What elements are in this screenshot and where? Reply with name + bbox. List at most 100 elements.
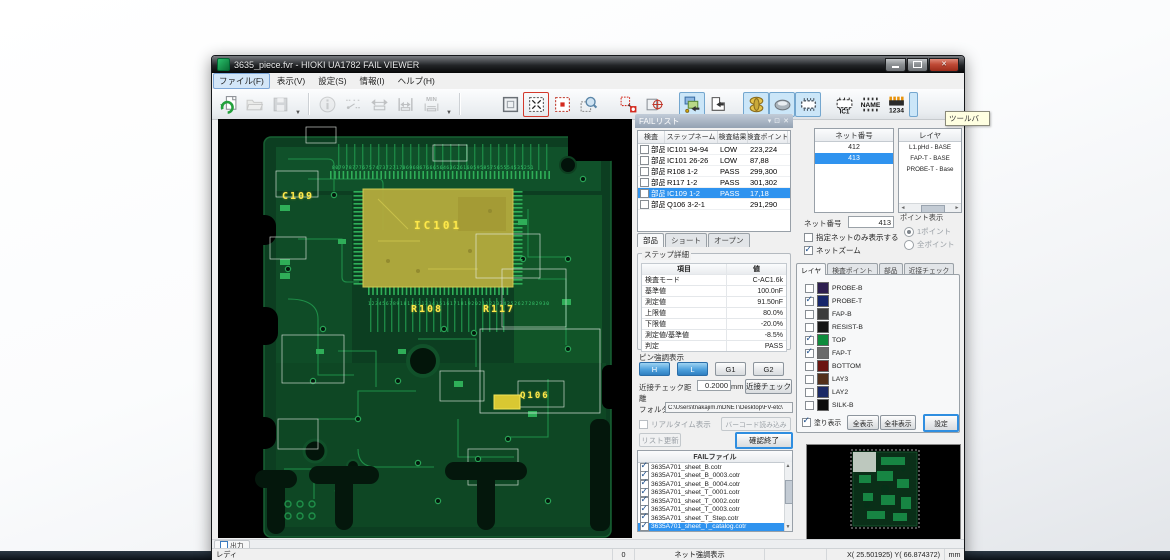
info-button[interactable] [314,92,340,117]
show-ic-outline-button[interactable] [795,92,821,117]
layer-checkbox[interactable] [805,284,814,293]
layer-row[interactable]: LAY2 [805,386,848,398]
panel-close-icon[interactable]: ✕ [783,117,789,125]
realtime-checkbox[interactable] [639,420,648,429]
settings-button[interactable]: 設定 [923,414,959,432]
hscrollbar-thumb[interactable] [921,205,945,213]
specified-net-checkbox-row[interactable]: 指定ネットのみ表示する [804,232,899,243]
scroll-left-icon[interactable]: ◄ [899,205,907,211]
show-all-button[interactable]: 全表示 [847,415,879,430]
fail-row[interactable]: 部品 IC101 26-26 LOW 87,88 [638,155,790,166]
layer-row[interactable]: PROBE-B [805,282,863,294]
row-checkbox[interactable] [640,178,649,187]
net-zoom-checkbox[interactable] [804,246,813,255]
scrollbar-thumb[interactable] [785,480,793,504]
fail-file-row[interactable]: 3635A701_sheet_T_catalog.cotr [638,523,792,532]
panel-menu-icon[interactable]: ▾ [768,117,772,125]
row-checkbox[interactable] [640,167,649,176]
show-ic-ref-button[interactable]: IC1 [831,92,857,117]
layer-checkbox[interactable] [805,388,814,397]
show-ic-name-button[interactable]: NAME [857,92,883,117]
clipped-toolbar-button[interactable] [909,92,918,117]
col-points[interactable]: 検査ポイント [748,131,788,143]
fail-file-row[interactable]: 3635A701_sheet_B_0004.cotr [638,480,792,489]
fail-row[interactable]: 部品 R117 1-2 PASS 301,302 [638,177,790,188]
menu-settings[interactable]: 設定(S) [312,73,352,89]
measure-bracket-button[interactable] [392,92,418,117]
copy-region-button[interactable] [615,92,641,117]
confirm-finish-button[interactable]: 確認終了 [735,432,793,449]
zoom-region-button[interactable] [575,92,601,117]
realtime-checkbox-row[interactable]: リアルタイム表示 [639,419,711,430]
pin-g1-button[interactable]: G1 [715,362,746,376]
measure-min-button[interactable]: MIN [418,92,444,117]
layer-row[interactable]: RESIST-B [805,321,863,333]
layer-checkbox[interactable] [805,336,814,345]
row-checkbox[interactable] [640,156,649,165]
layer-checkbox[interactable] [805,362,814,371]
layer-row[interactable]: SILK-B [805,399,854,411]
move-layer-button[interactable] [679,92,705,117]
point-all-radio[interactable] [904,240,914,250]
zoom-center-button[interactable] [549,92,575,117]
fail-panel-caption[interactable]: FAILリスト ▾ ⊡ ✕ [635,114,793,128]
tab-short[interactable]: ショート [665,233,707,247]
fail-file-row[interactable]: 3635A701_sheet_T_0002.cotr [638,497,792,506]
menu-file[interactable]: ファイル(F) [213,73,270,89]
fail-file-row[interactable]: 3635A701_sheet_T_0003.cotr [638,506,792,515]
measure-width-button[interactable] [366,92,392,117]
close-button[interactable]: ✕ [929,58,959,72]
step-test-button[interactable] [340,92,366,117]
layer-checkbox[interactable] [805,310,814,319]
show-pin-numbers-button[interactable]: 1234 [883,92,909,117]
save-button[interactable] [267,92,293,117]
layer-checkbox[interactable] [805,297,814,306]
specified-net-checkbox[interactable] [804,233,813,242]
layer-checkbox[interactable] [805,349,814,358]
fail-row[interactable]: 部品 Q106 3-2-1 291,290 [638,199,790,210]
show-pad-button[interactable] [769,92,795,117]
board-outline-button[interactable] [497,92,523,117]
layer-name-item[interactable]: PROBE-T - Base [899,164,961,175]
net-item[interactable]: 413 [815,153,893,164]
point-1-radio[interactable] [904,227,914,237]
reload-file-button[interactable] [215,92,241,117]
menu-view[interactable]: 表示(V) [271,73,311,89]
col-result[interactable]: 検査結果 [718,131,748,143]
fail-row[interactable]: 部品 IC101 94-94 LOW 223,224 [638,144,790,155]
pin-g2-button[interactable]: G2 [753,362,784,376]
minimize-button[interactable] [885,58,906,72]
file-list-scrollbar[interactable]: ▲ ▼ [784,462,792,531]
file-group-dropdown[interactable]: ▼ [293,91,303,118]
fail-row[interactable]: 部品 IC109 1-2 PASS 17,18 [638,188,790,199]
tab-open[interactable]: オープン [708,233,750,247]
layer-list-hscrollbar[interactable]: ◄ ► [899,203,961,212]
fail-file-row[interactable]: 3635A701_sheet_B.cotr [638,463,792,472]
pin-l-button[interactable]: L [677,362,708,376]
menu-info[interactable]: 情報(I) [354,73,391,89]
scroll-down-icon[interactable]: ▼ [785,523,791,531]
show-pads-button[interactable] [743,92,769,117]
net-number-list[interactable]: ネット番号 412 413 [814,128,894,213]
folder-path-input[interactable] [665,402,793,413]
layer-row[interactable]: TOP [805,334,846,346]
col-stepname[interactable]: ステップネーム [665,131,718,143]
layer-name-item[interactable]: L1.pHd - BASE [899,142,961,153]
center-crosshair-button[interactable] [641,92,667,117]
layer-row[interactable]: FAP-B [805,308,852,320]
menu-help[interactable]: ヘルプ(H) [392,73,441,89]
layer-row[interactable]: BOTTOM [805,360,861,372]
barcode-load-button[interactable]: バーコード読み込み [721,417,791,431]
layer-name-item[interactable]: FAP-T - BASE [899,153,961,164]
scroll-right-icon[interactable]: ► [953,205,961,211]
list-update-button[interactable]: リスト更新 [639,433,681,447]
hide-all-button[interactable]: 全非表示 [880,415,916,430]
layer-checkbox[interactable] [805,375,814,384]
net-zoom-checkbox-row[interactable]: ネットズーム [804,245,861,256]
layer-checkbox[interactable] [805,323,814,332]
row-checkbox[interactable] [640,145,649,154]
maximize-button[interactable] [907,58,928,72]
fail-file-row[interactable]: 3635A701_sheet_T_0001.cotr [638,489,792,498]
row-checkbox[interactable] [640,189,649,198]
measure-group-dropdown[interactable]: ▼ [444,91,454,118]
